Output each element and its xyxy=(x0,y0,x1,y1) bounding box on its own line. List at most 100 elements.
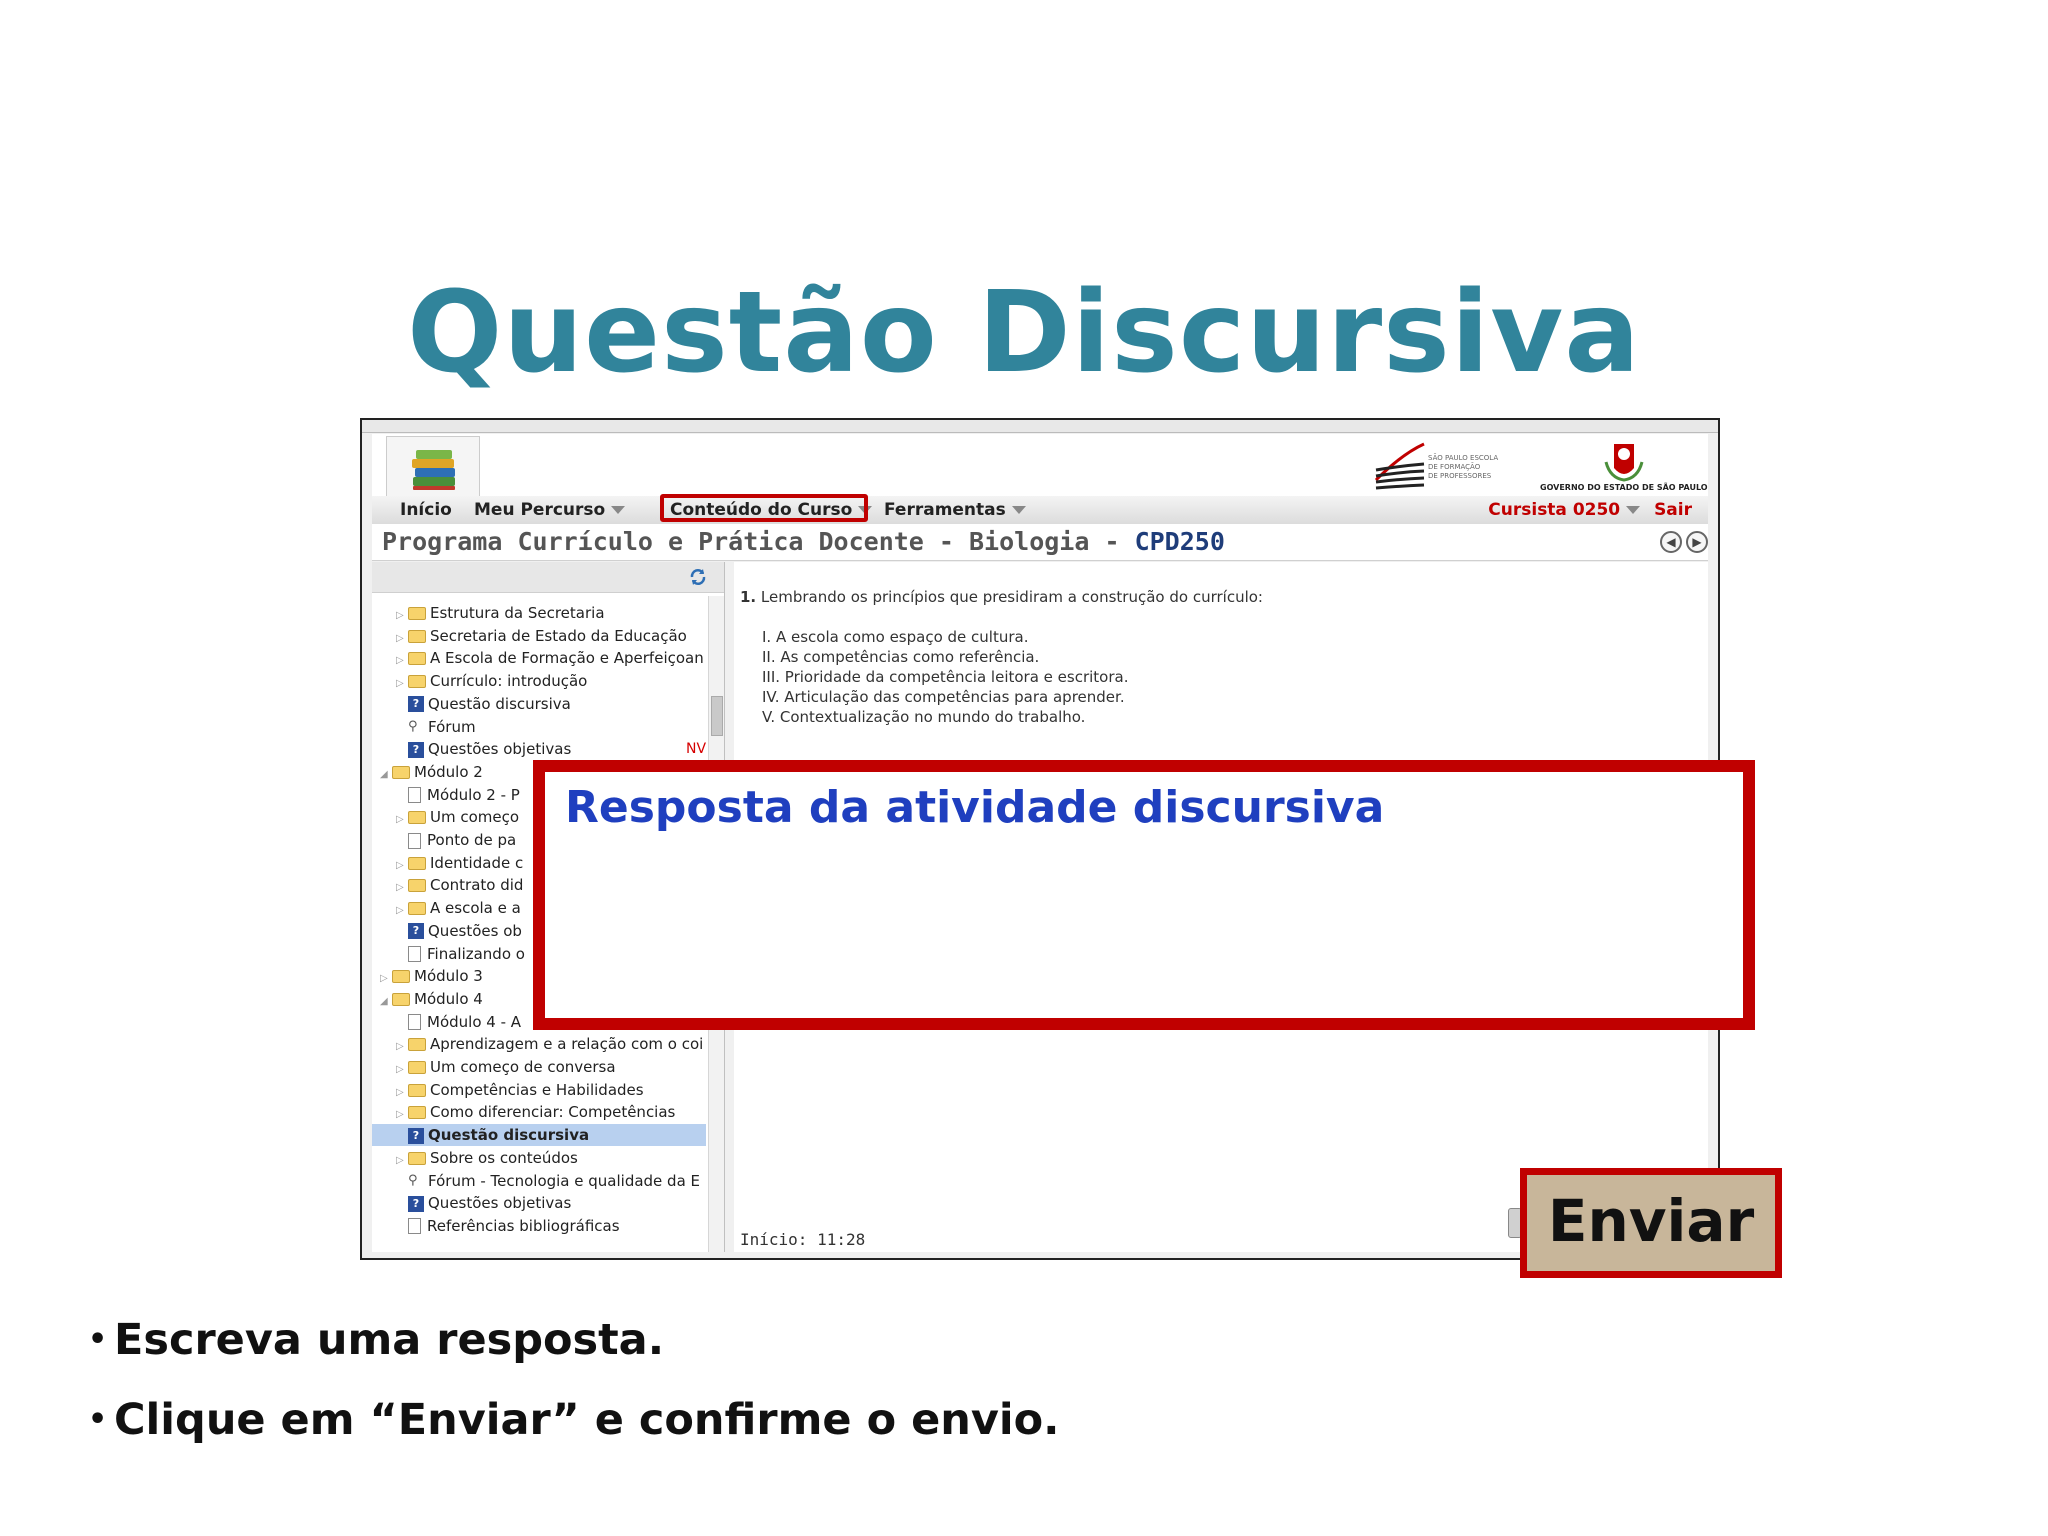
collapsed-arrow-icon[interactable]: ▷ xyxy=(396,1082,408,1104)
tree-item-label: Questões objetivas xyxy=(428,740,572,759)
collapsed-arrow-icon[interactable]: ▷ xyxy=(396,628,408,650)
tree-item[interactable]: ? Questões objetivas NV xyxy=(372,738,706,760)
enviar-button[interactable]: Enviar xyxy=(1520,1168,1782,1278)
question-icon: ? xyxy=(408,923,424,940)
tree-item[interactable]: ▷ A Escola de Formação e Aperfeiçoan xyxy=(372,647,706,669)
tree-item[interactable]: ▷ Aprendizagem e a relação com o coi xyxy=(372,1033,706,1055)
tree-item[interactable]: ▷ Currículo: introdução xyxy=(372,670,706,692)
tree-item-label: Secretaria de Estado da Educação xyxy=(430,626,687,645)
tree-item-label: Questão discursiva xyxy=(428,1126,590,1145)
tree-item-label: Um começo de conversa xyxy=(430,1058,616,1076)
page-icon xyxy=(408,787,421,804)
tree-item-label: Fórum - Tecnologia e qualidade da E xyxy=(428,1171,701,1190)
tree-item[interactable]: ? Questões objetivas xyxy=(372,1192,706,1214)
expanded-arrow-icon[interactable]: ◢ xyxy=(380,991,392,1013)
tree-item[interactable]: ? Questão discursiva xyxy=(372,693,706,715)
menu-ferramentas[interactable]: Ferramentas xyxy=(884,500,1026,520)
question-number: 1. xyxy=(740,588,757,606)
question-icon: ? xyxy=(408,741,424,758)
tree-item-label: Módulo 4 xyxy=(414,989,483,1008)
question-option: III. Prioridade da competência leitora e… xyxy=(762,668,1129,686)
menu-meu-percurso-label: Meu Percurso xyxy=(474,500,606,520)
user-name[interactable]: Cursista 0250 xyxy=(1488,500,1620,520)
tree-item-label: Sobre os conteúdos xyxy=(430,1148,578,1167)
menu-ferramentas-label: Ferramentas xyxy=(884,500,1006,520)
collapsed-arrow-icon[interactable]: ▷ xyxy=(396,855,408,877)
app-header: SÃO PAULO ESCOLA DE FORMAÇÃO DE PROFESSO… xyxy=(372,434,1708,497)
tree-item-label: Fórum xyxy=(428,717,476,736)
bullet-item: • Escreva uma resposta. xyxy=(88,1310,1060,1390)
tree-item[interactable]: Referências bibliográficas xyxy=(372,1215,706,1237)
chevron-down-icon xyxy=(611,506,626,514)
expanded-arrow-icon[interactable]: ◢ xyxy=(380,764,392,786)
tree-item-label: Módulo 4 - A xyxy=(427,1012,522,1031)
main-menu-bar: Início Meu Percurso Conteúdo do Curso Fe… xyxy=(372,494,1708,525)
tree-item[interactable]: ▷ Como diferenciar: Competências xyxy=(372,1101,706,1123)
tree-item-label: Questões ob xyxy=(428,921,522,940)
collapsed-arrow-icon[interactable]: ▷ xyxy=(380,968,392,990)
question-icon: ? xyxy=(408,696,424,713)
tree-item-label: Finalizando o xyxy=(427,944,525,963)
tree-item-label: A Escola de Formação e Aperfeiçoan xyxy=(430,649,704,668)
chevron-down-icon xyxy=(1626,506,1641,514)
collapsed-arrow-icon[interactable]: ▷ xyxy=(396,900,408,922)
efap-logo-icon: SÃO PAULO ESCOLA DE FORMAÇÃO DE PROFESSO… xyxy=(1374,442,1498,490)
start-time: Início: 11:28 xyxy=(740,1230,866,1249)
question-icon: ? xyxy=(408,1127,424,1144)
tree-item[interactable]: ▷ Secretaria de Estado da Educação xyxy=(372,625,706,647)
course-title-bar: Programa Currículo e Prática Docente - B… xyxy=(372,524,1708,561)
collapsed-arrow-icon[interactable]: ▷ xyxy=(396,877,408,899)
logout-link[interactable]: Sair xyxy=(1654,500,1692,520)
tree-item[interactable]: ⚲ Fórum xyxy=(372,716,706,738)
slide-title: Questão Discursiva xyxy=(407,268,1641,398)
folder-open-icon xyxy=(392,765,410,779)
folder-icon xyxy=(408,902,426,916)
collapsed-arrow-icon[interactable]: ▷ xyxy=(396,605,408,627)
menu-meu-percurso[interactable]: Meu Percurso xyxy=(474,500,626,520)
home-logo-tab[interactable] xyxy=(386,436,480,497)
chevron-down-icon xyxy=(1011,506,1026,514)
collapsed-arrow-icon[interactable]: ▷ xyxy=(396,1036,408,1058)
efap-logo-line-2: DE FORMAÇÃO xyxy=(1428,462,1481,471)
folder-icon xyxy=(408,675,426,689)
folder-open-icon xyxy=(392,992,410,1006)
books-logo-icon xyxy=(412,450,455,490)
question-text: Lembrando os princípios que presidiram a… xyxy=(760,588,1263,606)
folder-icon xyxy=(408,811,426,825)
tree-item[interactable]: ▷ Competências e Habilidades xyxy=(372,1079,706,1101)
tree-item[interactable]: ▷ Sobre os conteúdos xyxy=(372,1147,706,1169)
tree-item-label: Competências e Habilidades xyxy=(430,1080,644,1099)
collapsed-arrow-icon[interactable]: ▷ xyxy=(396,1059,408,1081)
sidebar-toolbar xyxy=(372,562,724,593)
collapsed-arrow-icon[interactable]: ▷ xyxy=(396,673,408,695)
tree-item[interactable]: ? Questão discursiva xyxy=(372,1124,706,1147)
sidebar-scroll-thumb[interactable] xyxy=(711,696,723,736)
previous-arrow-icon[interactable]: ◀ xyxy=(1660,531,1682,553)
collapsed-arrow-icon[interactable]: ▷ xyxy=(396,809,408,831)
tree-item-label: Questões objetivas xyxy=(428,1194,572,1213)
tree-item[interactable]: ⚲ Fórum - Tecnologia e qualidade da E xyxy=(372,1170,706,1192)
course-code: CPD250 xyxy=(1134,527,1225,556)
collapsed-arrow-icon[interactable]: ▷ xyxy=(396,1104,408,1126)
folder-icon xyxy=(408,1038,426,1052)
bullet-text: Escreva uma resposta. xyxy=(114,1315,665,1365)
tree-item-label: Módulo 2 - P xyxy=(427,785,520,804)
instruction-bullets: • Escreva uma resposta. • Clique em “Envia… xyxy=(88,1310,1060,1470)
bullet-text: Clique em “Enviar” e confirme o envio. xyxy=(114,1395,1060,1445)
refresh-icon[interactable] xyxy=(688,567,708,587)
forum-icon: ⚲ xyxy=(408,1173,418,1188)
collapsed-arrow-icon[interactable]: ▷ xyxy=(396,650,408,672)
collapsed-arrow-icon[interactable]: ▷ xyxy=(396,1150,408,1172)
tree-item[interactable]: ▷ Um começo de conversa xyxy=(372,1056,706,1078)
tree-item-label: Estrutura da Secretaria xyxy=(430,604,605,622)
tree-item[interactable]: ▷ Estrutura da Secretaria xyxy=(372,602,706,624)
tree-item-label: Um começo xyxy=(430,808,520,827)
menu-inicio[interactable]: Início xyxy=(400,500,452,520)
answer-textarea[interactable]: Resposta da atividade discursiva xyxy=(533,760,1755,1030)
folder-icon xyxy=(408,1083,426,1097)
question-option: IV. Articulação das competências para ap… xyxy=(762,688,1125,706)
question-option: I. A escola como espaço de cultura. xyxy=(762,628,1029,646)
page-icon xyxy=(408,1218,421,1235)
next-arrow-icon[interactable]: ▶ xyxy=(1686,531,1708,553)
answer-label: Resposta da atividade discursiva xyxy=(565,782,1385,833)
